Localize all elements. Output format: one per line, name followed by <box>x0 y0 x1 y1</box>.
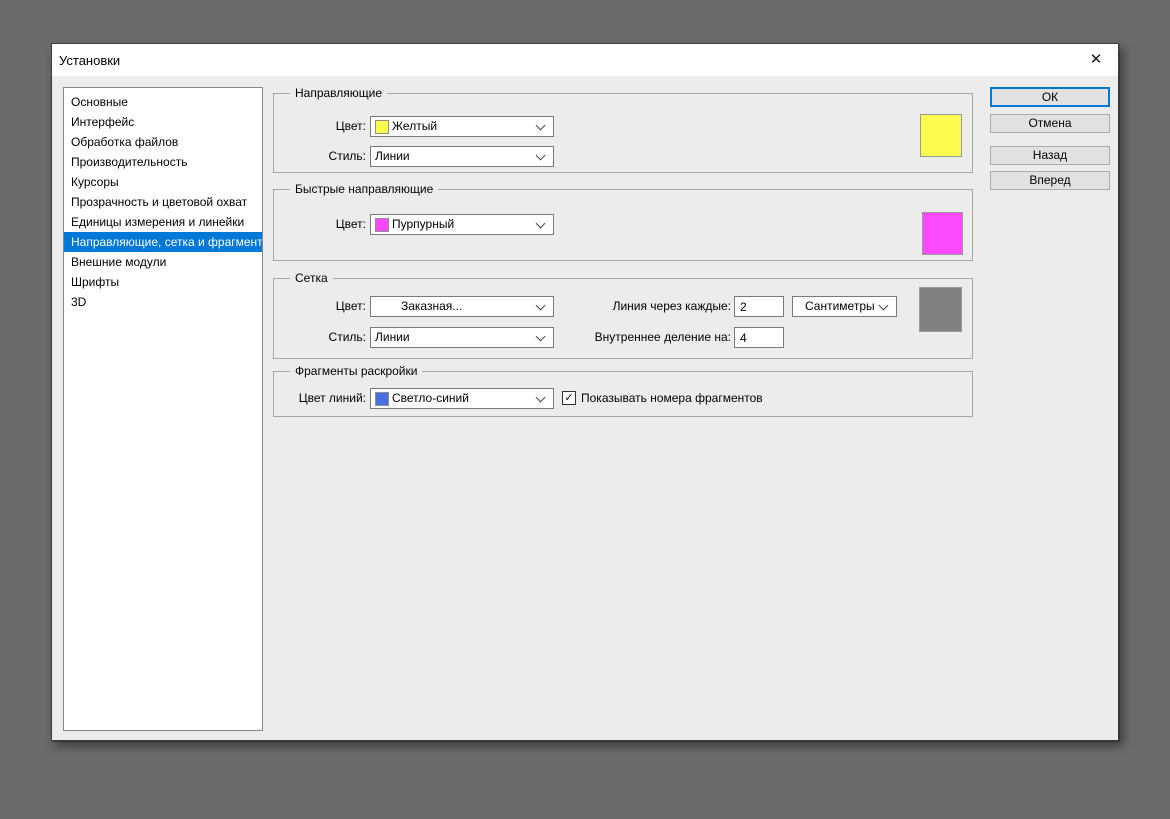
subdivision-label: Внутреннее деление на: <box>504 327 731 348</box>
grid-style-value: Линии <box>375 328 410 347</box>
prev-button[interactable]: Назад <box>990 146 1110 165</box>
preferences-dialog: Установки ✕ Основные Интерфейс Обработка… <box>51 43 1119 741</box>
guides-style-select[interactable]: Линии <box>370 146 554 167</box>
sidebar-item-interface[interactable]: Интерфейс <box>64 112 262 132</box>
gridline-every-input[interactable] <box>734 296 784 317</box>
smart-guides-color-preview <box>922 212 963 255</box>
guides-style-value: Линии <box>375 147 410 166</box>
sidebar-item-units-rulers[interactable]: Единицы измерения и линейки <box>64 212 262 232</box>
dialog-title: Установки <box>52 53 120 68</box>
grid-color-value: Заказная... <box>375 297 462 316</box>
guides-color-swatch <box>375 120 389 134</box>
chevron-down-icon <box>536 120 546 130</box>
guides-color-label: Цвет: <box>274 116 366 137</box>
grid-color-label: Цвет: <box>274 296 366 317</box>
cancel-button[interactable]: Отмена <box>990 114 1110 133</box>
grid-color-preview <box>919 287 962 332</box>
smart-guides-group-title: Быстрые направляющие <box>290 182 438 197</box>
guides-color-select[interactable]: Желтый <box>370 116 554 137</box>
sidebar-item-performance[interactable]: Производительность <box>64 152 262 172</box>
gridline-unit-select[interactable]: Сантиметры <box>792 296 897 317</box>
sidebar-item-general[interactable]: Основные <box>64 92 262 112</box>
show-slice-numbers-label: Показывать номера фрагментов <box>581 391 763 406</box>
guides-group-title: Направляющие <box>290 86 387 101</box>
preferences-category-list: Основные Интерфейс Обработка файлов Прои… <box>63 87 263 731</box>
ok-button[interactable]: ОК <box>990 87 1110 107</box>
sidebar-item-transparency-gamut[interactable]: Прозрачность и цветовой охват <box>64 192 262 212</box>
smart-guides-group: Быстрые направляющие Цвет: Пурпурный <box>273 189 973 261</box>
next-button[interactable]: Вперед <box>990 171 1110 190</box>
slices-color-label: Цвет линий: <box>274 388 366 409</box>
gridline-unit-value: Сантиметры <box>797 297 875 316</box>
slices-color-select[interactable]: Светло-синий <box>370 388 554 409</box>
chevron-down-icon <box>536 150 546 160</box>
smart-guides-color-value: Пурпурный <box>392 215 454 234</box>
smart-guides-color-swatch <box>375 218 389 232</box>
smart-guides-color-label: Цвет: <box>274 214 366 235</box>
sidebar-item-cursors[interactable]: Курсоры <box>64 172 262 192</box>
chevron-down-icon <box>536 392 546 402</box>
sidebar-item-guides-grid-slices[interactable]: Направляющие, сетка и фрагменты <box>64 232 262 252</box>
guides-group: Направляющие Цвет: Желтый Стиль: Линии <box>273 93 973 173</box>
title-bar: Установки ✕ <box>52 44 1118 76</box>
slices-color-value: Светло-синий <box>392 389 469 408</box>
grid-group-title: Сетка <box>290 271 333 286</box>
slices-color-swatch <box>375 392 389 406</box>
subdivision-input[interactable] <box>734 327 784 348</box>
smart-guides-color-select[interactable]: Пурпурный <box>370 214 554 235</box>
slices-group: Фрагменты раскройки Цвет линий: Светло-с… <box>273 371 973 417</box>
chevron-down-icon <box>536 218 546 228</box>
slices-group-title: Фрагменты раскройки <box>290 364 422 379</box>
gridline-every-label: Линия через каждые: <box>504 296 731 317</box>
sidebar-item-plugins[interactable]: Внешние модули <box>64 252 262 272</box>
sidebar-item-3d[interactable]: 3D <box>64 292 262 312</box>
chevron-down-icon <box>879 300 889 310</box>
guides-color-preview <box>920 114 962 157</box>
desktop-background: { "window": { "title": "Установки", "clo… <box>0 0 1170 819</box>
guides-style-label: Стиль: <box>274 146 366 167</box>
grid-style-label: Стиль: <box>274 327 366 348</box>
sidebar-item-type[interactable]: Шрифты <box>64 272 262 292</box>
close-icon[interactable]: ✕ <box>1086 50 1106 70</box>
grid-group: Сетка Цвет: Заказная... Стиль: Линии Лин… <box>273 278 973 359</box>
show-slice-numbers-checkbox[interactable]: ✓ <box>562 391 576 405</box>
sidebar-item-file-handling[interactable]: Обработка файлов <box>64 132 262 152</box>
guides-color-value: Желтый <box>392 117 437 136</box>
